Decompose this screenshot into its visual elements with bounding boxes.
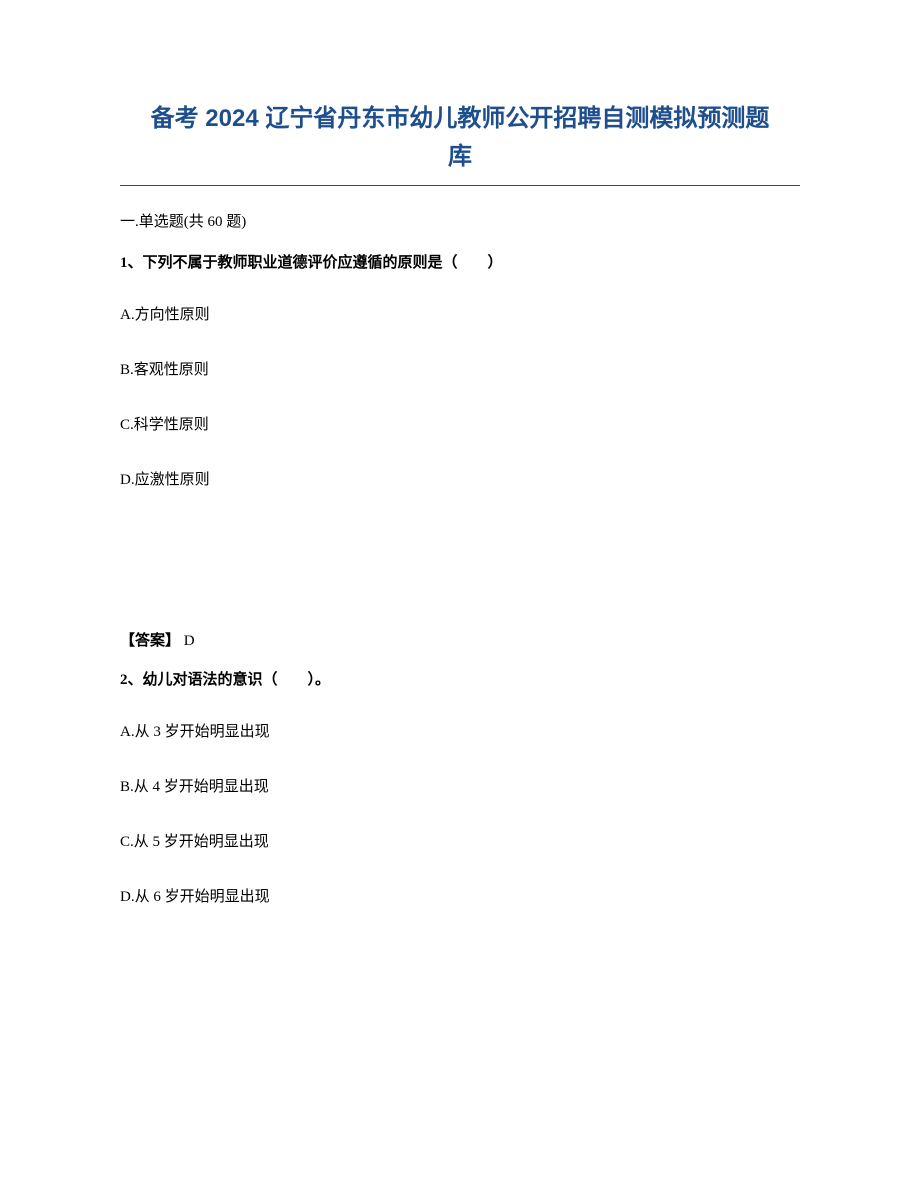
document-title: 备考 2024 辽宁省丹东市幼儿教师公开招聘自测模拟预测题 库 [120,100,800,177]
question-2-option-d: D.从 6 岁开始明显出现 [120,885,800,906]
question-2-option-b: B.从 4 岁开始明显出现 [120,775,800,796]
question-1-option-a: A.方向性原则 [120,303,800,324]
title-underline [120,185,800,186]
question-1-option-d: D.应激性原则 [120,468,800,489]
question-1-option-c: C.科学性原则 [120,413,800,434]
question-2-stem: 2、幼儿对语法的意识（ ）。 [120,668,800,692]
title-line-1: 备考 2024 辽宁省丹东市幼儿教师公开招聘自测模拟预测题 [151,105,770,132]
document-page: 备考 2024 辽宁省丹东市幼儿教师公开招聘自测模拟预测题 库 一.单选题(共 … [0,0,920,1000]
question-1-stem: 1、下列不属于教师职业道德评价应遵循的原则是（ ） [120,251,800,275]
title-line-2: 库 [448,143,472,170]
question-1-answer: 【答案】 D [120,629,800,650]
section-heading: 一.单选题(共 60 题) [120,210,800,231]
question-2-option-c: C.从 5 岁开始明显出现 [120,830,800,851]
answer-value: D [180,633,195,649]
answer-label: 【答案】 [120,633,180,649]
question-2-option-a: A.从 3 岁开始明显出现 [120,720,800,741]
question-1-option-b: B.客观性原则 [120,358,800,379]
